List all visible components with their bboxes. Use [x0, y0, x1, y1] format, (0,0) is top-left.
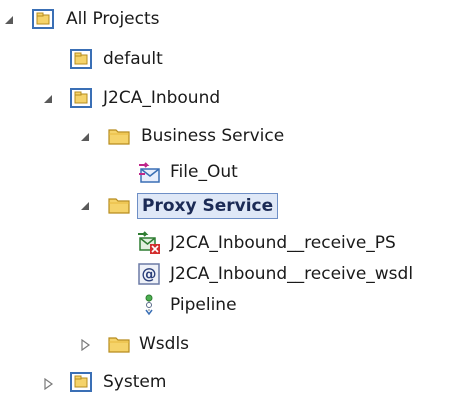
project-folder-icon	[69, 370, 93, 394]
business-service-icon	[137, 161, 161, 185]
expand-arrow-icon[interactable]	[78, 338, 92, 352]
svg-text:@: @	[142, 265, 157, 283]
folder-icon	[107, 193, 131, 217]
tree-item-default[interactable]: default	[101, 48, 165, 70]
wsdl-icon: @	[137, 262, 161, 286]
tree-item-file-out[interactable]: File_Out	[168, 161, 240, 183]
expand-arrow-icon[interactable]	[41, 377, 55, 391]
project-tree: All Projects default J2CA_Inbound Busine…	[0, 0, 468, 399]
tree-item-pipeline[interactable]: Pipeline	[168, 294, 239, 316]
tree-item-j2ca-inbound[interactable]: J2CA_Inbound	[101, 87, 222, 109]
tree-item-system[interactable]: System	[101, 371, 168, 393]
project-folder-icon	[31, 7, 55, 31]
proxy-service-icon	[137, 231, 161, 255]
collapse-arrow-icon[interactable]	[78, 199, 92, 213]
tree-item-proxy-service[interactable]: Proxy Service	[137, 193, 279, 219]
tree-item-all-projects[interactable]: All Projects	[64, 8, 162, 30]
collapse-arrow-icon[interactable]	[78, 130, 92, 144]
tree-item-receive-wsdl[interactable]: J2CA_Inbound__receive_wsdl	[168, 263, 415, 285]
tree-item-receive-ps[interactable]: J2CA_Inbound__receive_PS	[168, 232, 398, 254]
folder-icon	[107, 332, 131, 356]
collapse-arrow-icon[interactable]	[41, 92, 55, 106]
pipeline-icon	[137, 293, 161, 317]
tree-item-business-service[interactable]: Business Service	[139, 125, 286, 147]
folder-icon	[107, 124, 131, 148]
tree-item-wsdls[interactable]: Wsdls	[137, 333, 191, 355]
collapse-arrow-icon[interactable]	[2, 13, 16, 27]
project-folder-icon	[69, 86, 93, 110]
project-folder-icon	[69, 47, 93, 71]
